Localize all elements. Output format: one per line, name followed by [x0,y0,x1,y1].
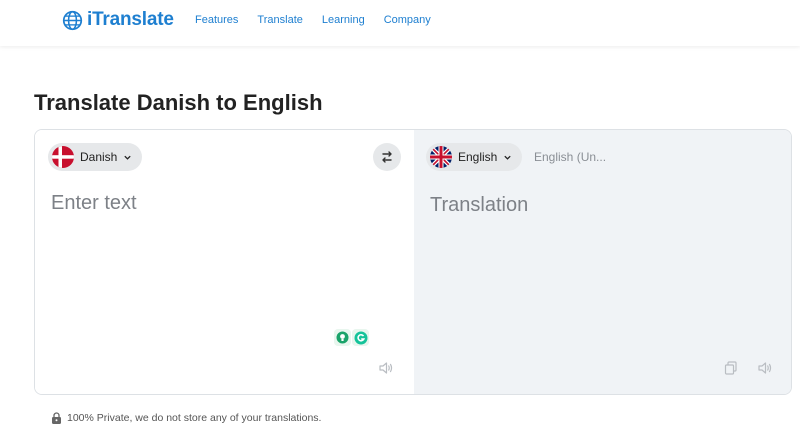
page-title: Translate Danish to English [34,90,323,115]
swap-languages-button[interactable] [373,143,401,171]
target-language-select[interactable]: English [426,143,523,171]
uk-flag-icon [430,146,452,168]
globe-icon [62,10,83,30]
speaker-icon[interactable] [757,360,773,376]
target-variant-select[interactable]: English (Un... [534,150,606,164]
translation-output: Translation [430,194,529,216]
lightbulb-icon[interactable] [334,329,351,346]
main-nav: Features Translate Learning Company [195,14,450,26]
swap-icon [382,151,392,163]
target-pane: English English (Un... Translation [414,130,791,394]
chevron-down-icon [504,155,512,160]
nav-features[interactable]: Features [195,14,238,26]
privacy-text: 100% Private, we do not store any of you… [67,412,322,424]
chevron-down-icon [124,155,132,160]
nav-company[interactable]: Company [384,14,431,26]
logo[interactable]: iTranslate [62,9,174,31]
logo-text: iTranslate [87,9,174,30]
privacy-note: 100% Private, we do not store any of you… [51,412,321,424]
grammarly-icon[interactable] [352,329,369,346]
translator-card: Danish Enter text English English (Un...… [34,129,792,395]
nav-translate[interactable]: Translate [257,14,302,26]
site-header: iTranslate Features Translate Learning C… [0,0,800,46]
lock-icon [52,412,61,424]
target-language-label: English [458,150,498,164]
source-language-select[interactable]: Danish [48,143,143,171]
denmark-flag-icon [52,146,74,168]
source-language-label: Danish [80,150,118,164]
speaker-icon[interactable] [378,360,394,376]
browser-extension-icons [334,329,369,346]
copy-icon[interactable] [723,360,739,376]
nav-learning[interactable]: Learning [322,14,365,26]
source-pane: Danish [35,130,414,394]
source-text-input[interactable] [51,192,391,322]
